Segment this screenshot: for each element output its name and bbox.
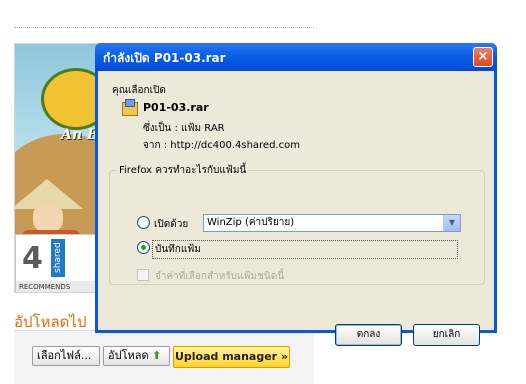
- banner-text: An E: [61, 127, 98, 143]
- action-question: Firefox ควรทำอะไรกับแฟ้มนี้: [117, 163, 249, 178]
- dialog-body: คุณเลือกเปิด P01-03.rar ซึ่งเป็น : แฟ้ม …: [98, 71, 494, 346]
- remember-checkbox[interactable]: [137, 269, 149, 281]
- file-source-row: จาก : http://dc400.4shared.com: [143, 140, 300, 151]
- you-chose-label: คุณเลือกเปิด: [112, 85, 166, 96]
- badge-label: RECOMMENDS: [16, 281, 104, 292]
- open-with-select[interactable]: WinZip (ค่าปริยาย) ▼: [203, 214, 461, 232]
- recommends-banner[interactable]: An E 4 shared RECOMMENDS: [14, 43, 108, 293]
- cancel-button[interactable]: ยกเลิก: [413, 324, 480, 346]
- 4shared-recommends-badge: 4 shared RECOMMENDS: [15, 234, 105, 292]
- badge-number: 4: [22, 241, 43, 276]
- dialog-titlebar[interactable]: กำลังเปิด P01-03.rar ×: [95, 43, 497, 71]
- opening-file-dialog: กำลังเปิด P01-03.rar × คุณเลือกเปิด P01-…: [95, 43, 497, 346]
- open-with-value: WinZip (ค่าปริยาย): [207, 217, 295, 228]
- file-type-row: ซึ่งเป็น : แฟ้ม RAR: [143, 123, 225, 134]
- upload-button[interactable]: อัปโหลด ⬆: [103, 346, 170, 366]
- badge-brand: shared: [51, 239, 65, 277]
- file-name: P01-03.rar: [143, 101, 209, 114]
- remember-label: จำค่าที่เลือกสำหรับแฟ้มชนิดนี้: [155, 271, 285, 282]
- ok-button[interactable]: ตกลง: [335, 324, 402, 346]
- character-face: [33, 204, 63, 232]
- choose-file-button[interactable]: เลือกไฟล์...: [32, 346, 100, 366]
- chevron-down-icon[interactable]: ▼: [443, 215, 460, 231]
- save-file-radio[interactable]: [137, 241, 150, 254]
- upload-manager-button[interactable]: Upload manager »: [173, 346, 290, 368]
- dotted-separator: [14, 27, 314, 28]
- up-arrow-icon: ⬆: [152, 349, 162, 362]
- archive-file-icon: [122, 99, 138, 116]
- open-with-label[interactable]: เปิดด้วย: [154, 217, 188, 232]
- dialog-title: กำลังเปิด P01-03.rar: [103, 51, 226, 65]
- close-icon[interactable]: ×: [473, 47, 493, 67]
- open-with-radio[interactable]: [137, 216, 150, 229]
- upload-button-label: อัปโหลด: [108, 349, 149, 362]
- save-file-label[interactable]: บันทึกแฟ้ม: [152, 240, 458, 259]
